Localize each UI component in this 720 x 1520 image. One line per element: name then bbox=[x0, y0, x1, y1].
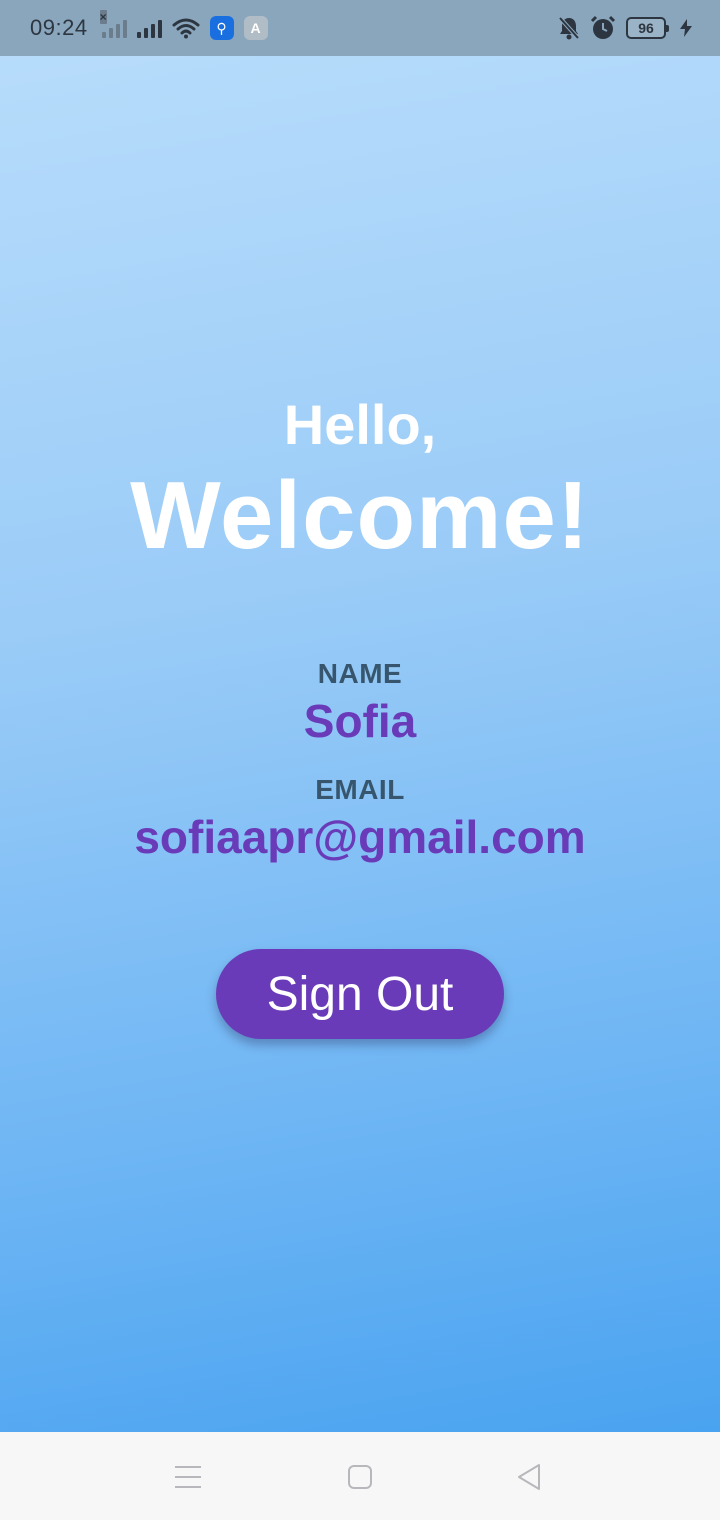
back-icon[interactable] bbox=[515, 1462, 545, 1492]
app-store-icon: A bbox=[243, 16, 268, 40]
status-left: 09:24 × ⚲ A bbox=[30, 10, 268, 41]
charging-icon bbox=[680, 19, 692, 37]
hello-heading: Hello, bbox=[283, 393, 437, 456]
status-right: 96 bbox=[558, 15, 692, 41]
bell-muted-icon bbox=[558, 16, 580, 40]
sign-out-button[interactable]: Sign Out bbox=[216, 949, 504, 1039]
navigation-bar bbox=[0, 1432, 720, 1520]
signal-no-service-icon: × bbox=[99, 10, 127, 38]
battery-icon: 96 bbox=[626, 17, 669, 39]
name-value: Sofia bbox=[303, 695, 417, 747]
wifi-icon bbox=[172, 17, 200, 39]
alarm-icon bbox=[590, 15, 616, 41]
signal-icon bbox=[136, 18, 162, 38]
menu-icon[interactable] bbox=[173, 1462, 203, 1492]
status-bar: 09:24 × ⚲ A 96 bbox=[0, 0, 720, 56]
status-time: 09:24 bbox=[30, 15, 88, 40]
battery-level: 96 bbox=[638, 20, 654, 36]
home-icon[interactable] bbox=[345, 1462, 375, 1492]
welcome-heading: Welcome! bbox=[130, 462, 590, 569]
usb-app-icon: ⚲ bbox=[209, 16, 234, 40]
email-label: EMAIL bbox=[315, 774, 405, 805]
welcome-screen: Hello, Welcome! NAME Sofia EMAIL sofiaap… bbox=[0, 56, 720, 1432]
email-value: sofiaapr@gmail.com bbox=[134, 811, 586, 863]
name-label: NAME bbox=[317, 658, 403, 689]
